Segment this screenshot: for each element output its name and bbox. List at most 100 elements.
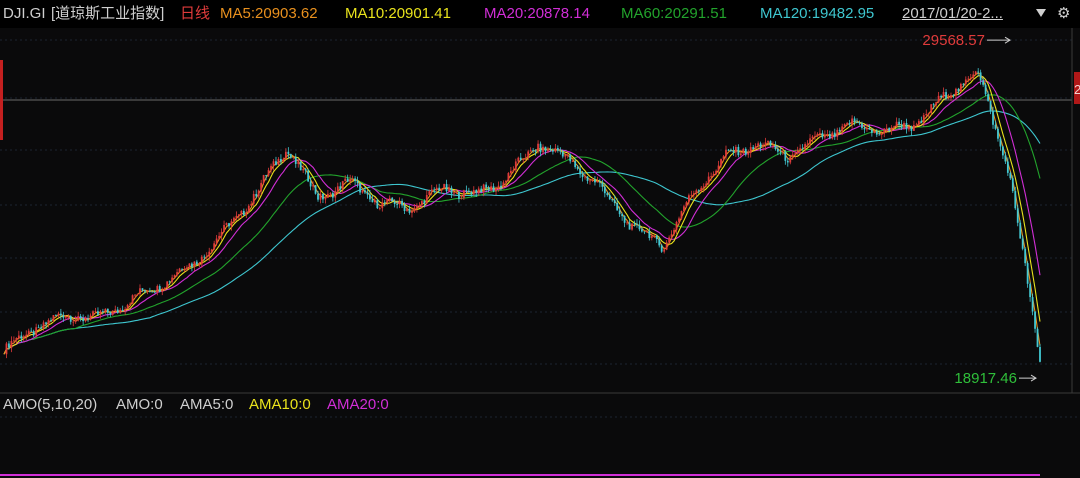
candle-body [668,237,671,243]
candle-body [955,88,957,96]
candle-body [284,151,287,159]
candle-body [272,161,275,166]
candle-body [158,286,161,292]
candle-body [153,291,156,293]
candle-body [517,157,520,162]
candle-body [725,149,727,157]
candle-body [52,315,55,321]
candle-body [156,286,159,293]
candle-body [413,207,416,212]
candle-body [344,178,347,182]
amo-indicator-label[interactable]: AMO(5,10,20) [3,393,97,417]
candle-body [636,223,638,225]
candle-body [623,216,626,223]
candle-body [327,193,329,198]
candle-body [705,183,708,187]
candle-body [868,127,871,130]
candle-body [99,311,102,315]
candle-body [838,129,841,132]
candle-body [509,170,512,174]
candle-body [581,174,584,178]
candle-body [861,123,863,128]
candle-body [487,187,490,191]
candle-body [789,156,792,163]
candle-body [1004,155,1007,162]
candle-body [814,135,816,137]
candle-body [396,204,399,205]
candle-body [893,126,896,128]
candle-body [922,115,925,123]
candle-body [606,193,609,195]
candle-body [213,243,216,250]
candle-body [512,170,515,171]
candle-body [616,202,619,211]
candle-body [104,308,107,312]
candle-body [59,313,62,316]
candle-body [764,142,767,146]
candle-body [997,128,999,139]
candle-body [964,79,967,84]
candle-body [594,179,596,183]
candle-body [806,143,809,145]
candle-body [836,129,839,137]
right-axis-value: 2 [1074,82,1080,97]
candle-body [910,127,913,131]
candle-body [969,77,972,79]
candle-body [628,222,631,230]
candle-body [131,295,134,304]
candle-body [697,190,700,192]
ma20-line [3,80,1041,355]
candle-body [685,202,688,207]
candle-body [411,211,413,213]
candle-body [151,291,154,293]
high-annotation: 29568.57 [922,32,985,49]
candle-body [799,148,802,150]
candle-body [228,223,230,227]
candle-body [890,127,893,131]
candle-body [670,234,673,238]
candle-body [240,210,243,215]
candle-body [17,335,20,339]
candle-body [302,169,305,171]
candle-body [418,205,421,207]
candle-body [603,186,606,194]
ama20-value: AMA20:0 [327,396,389,413]
candle-body [176,272,178,276]
candle-body [40,327,42,329]
candle-body [10,340,13,348]
candle-body [423,201,426,204]
candle-body [1011,178,1014,192]
candle-body [618,210,621,215]
candle-body [47,320,50,325]
candle-body [631,223,633,230]
candle-body [663,249,666,252]
candle-body [438,187,441,191]
candle-body [786,160,789,163]
candle-body [967,78,970,80]
candle-body [977,71,980,73]
candle-body [188,263,191,268]
candle-body [690,194,693,196]
candle-body [148,290,151,292]
ma120-line [3,110,1041,355]
candle-body [1014,191,1017,209]
candle-body [297,161,300,164]
candle-body [744,148,747,155]
candle-body [25,334,28,337]
candle-body [972,74,975,78]
stock-chart-window: DJI.GI [道琼斯工业指数] 日线 MA5:20903.62 MA10:20… [0,0,1080,478]
candle-body [391,197,394,202]
candle-body [801,148,804,150]
candle-body [223,225,225,232]
candle-body [534,150,537,152]
candle-body [247,205,250,213]
candle-body [1006,161,1009,173]
candle-body [183,269,186,271]
candle-body [833,132,836,137]
candle-body [1029,283,1032,298]
candle-body [591,179,594,181]
candle-body [655,235,658,240]
candle-body [717,165,720,171]
candle-body [932,104,935,106]
candle-body [381,202,384,209]
